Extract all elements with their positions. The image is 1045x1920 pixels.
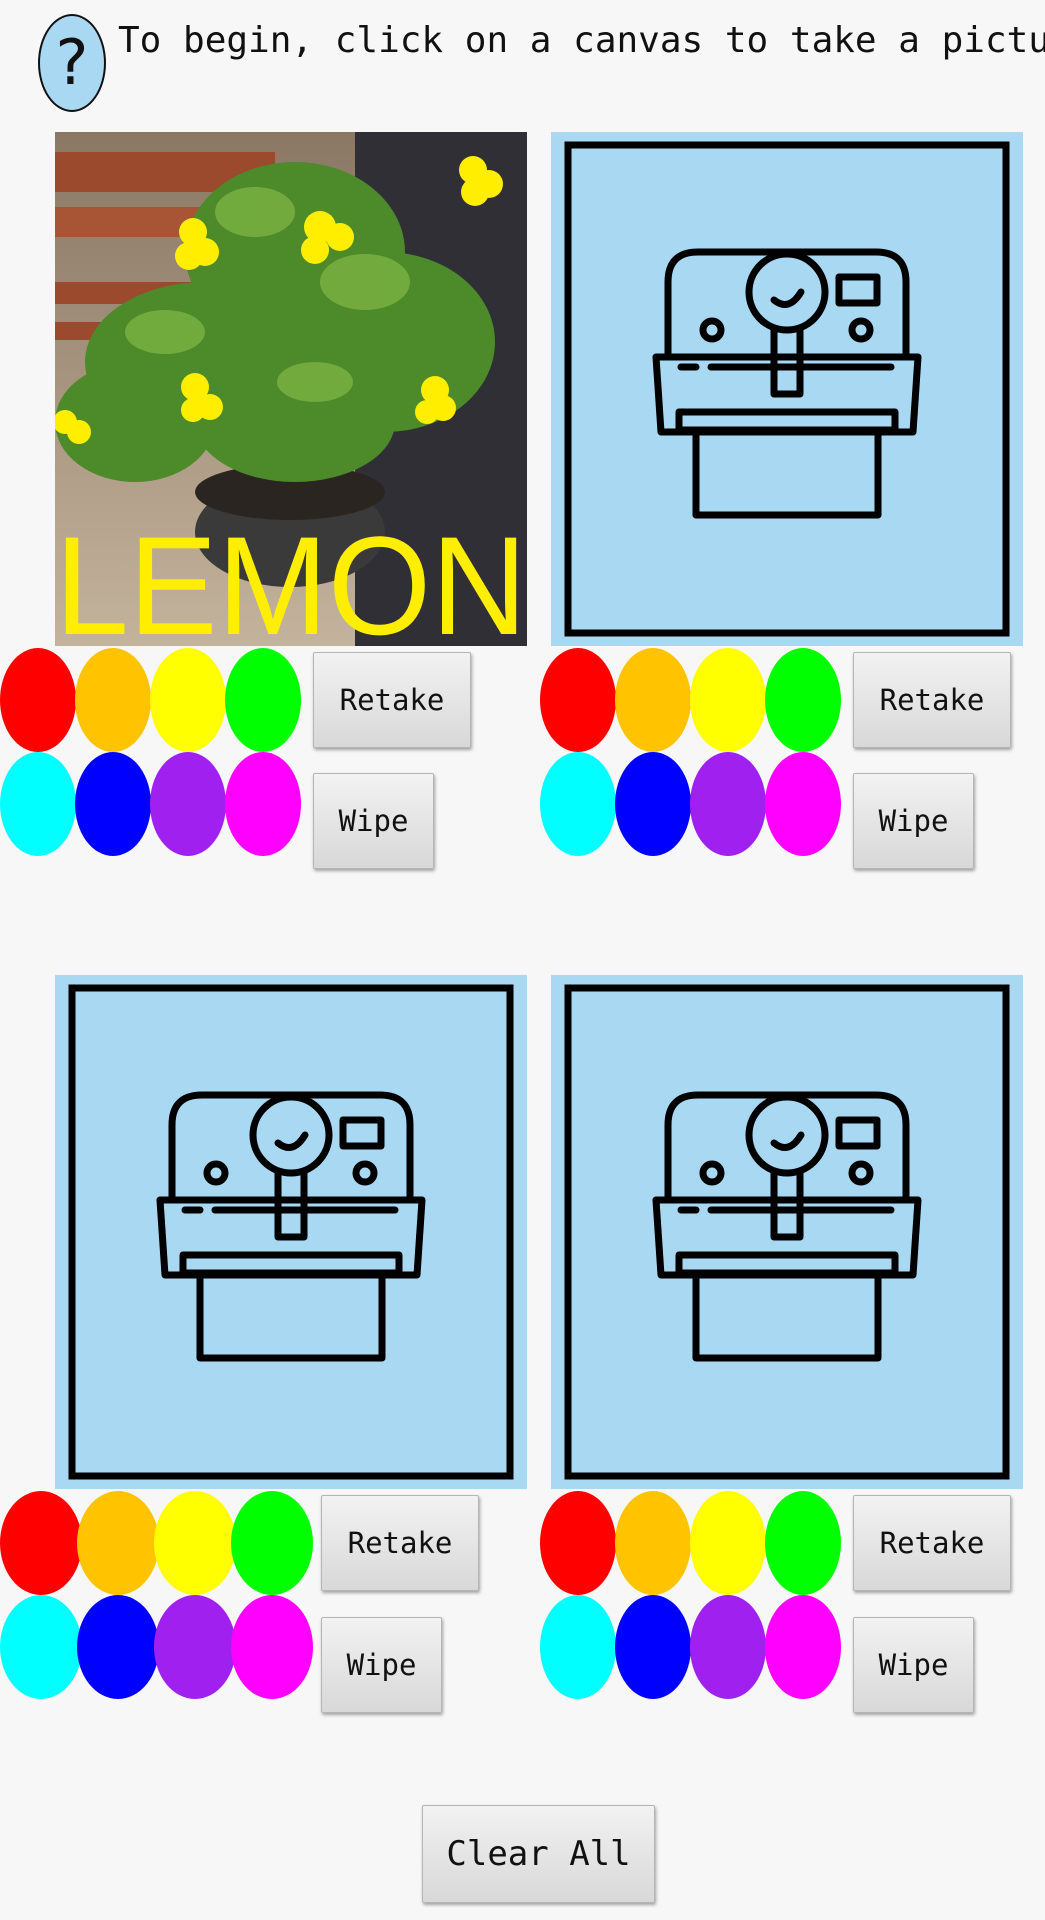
canvas-4[interactable] — [551, 975, 1023, 1489]
instruction-text: To begin, click on a canvas to take a pi… — [118, 20, 1045, 61]
wipe-button[interactable]: Wipe — [313, 773, 434, 869]
wipe-button[interactable]: Wipe — [853, 773, 974, 869]
color-swatch-cyan[interactable] — [540, 1595, 616, 1699]
color-swatch-green[interactable] — [765, 648, 841, 752]
color-swatch-yellow[interactable] — [690, 648, 766, 752]
camera-placeholder-icon — [68, 984, 514, 1480]
color-swatch-red[interactable] — [0, 1491, 82, 1595]
canvas-3[interactable] — [55, 975, 527, 1489]
wipe-button[interactable]: Wipe — [321, 1617, 442, 1713]
retake-button[interactable]: Retake — [321, 1495, 479, 1591]
retake-button[interactable]: Retake — [853, 1495, 1011, 1591]
color-swatch-magenta[interactable] — [225, 752, 301, 856]
color-swatch-magenta[interactable] — [765, 1595, 841, 1699]
color-swatch-green[interactable] — [765, 1491, 841, 1595]
wipe-button[interactable]: Wipe — [853, 1617, 974, 1713]
clear-all-button[interactable]: Clear All — [422, 1805, 655, 1903]
color-swatch-orange[interactable] — [615, 648, 691, 752]
color-swatch-cyan[interactable] — [0, 752, 76, 856]
color-swatch-orange[interactable] — [75, 648, 151, 752]
color-swatch-blue[interactable] — [615, 1595, 691, 1699]
color-swatch-green[interactable] — [225, 648, 301, 752]
lemon-drawing-text: LEMON — [55, 507, 527, 646]
color-swatch-red[interactable] — [540, 1491, 616, 1595]
color-swatch-magenta[interactable] — [231, 1595, 313, 1699]
color-swatch-cyan[interactable] — [540, 752, 616, 856]
color-swatch-blue[interactable] — [75, 752, 151, 856]
camera-placeholder-icon — [564, 984, 1010, 1480]
color-swatch-red[interactable] — [540, 648, 616, 752]
canvas-2[interactable] — [551, 132, 1023, 646]
color-swatch-orange[interactable] — [615, 1491, 691, 1595]
color-swatch-purple[interactable] — [154, 1595, 236, 1699]
help-button[interactable]: ? — [38, 14, 106, 112]
color-swatch-blue[interactable] — [77, 1595, 159, 1699]
color-swatch-purple[interactable] — [150, 752, 226, 856]
color-swatch-yellow[interactable] — [690, 1491, 766, 1595]
retake-button[interactable]: Retake — [313, 652, 471, 748]
color-swatch-red[interactable] — [0, 648, 76, 752]
color-swatch-yellow[interactable] — [154, 1491, 236, 1595]
canvas-1[interactable]: LEMON — [55, 132, 527, 646]
color-swatch-yellow[interactable] — [150, 648, 226, 752]
color-swatch-orange[interactable] — [77, 1491, 159, 1595]
retake-button[interactable]: Retake — [853, 652, 1011, 748]
plant-photo: LEMON — [55, 132, 527, 646]
color-swatch-blue[interactable] — [615, 752, 691, 856]
color-swatch-purple[interactable] — [690, 1595, 766, 1699]
color-swatch-purple[interactable] — [690, 752, 766, 856]
color-swatch-cyan[interactable] — [0, 1595, 82, 1699]
camera-placeholder-icon — [564, 141, 1010, 637]
color-swatch-green[interactable] — [231, 1491, 313, 1595]
color-swatch-magenta[interactable] — [765, 752, 841, 856]
